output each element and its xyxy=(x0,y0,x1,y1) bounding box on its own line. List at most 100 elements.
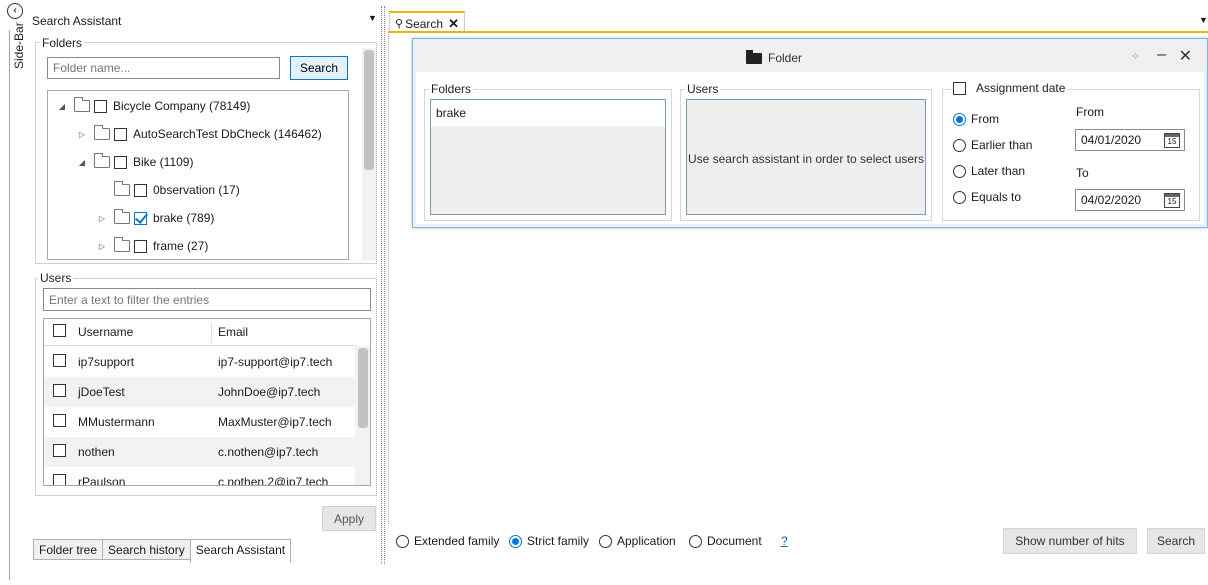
radio-button[interactable] xyxy=(599,534,612,548)
show-number-of-hits-button[interactable]: Show number of hits xyxy=(1003,528,1137,554)
username-cell: MMustermann xyxy=(78,415,155,429)
radio-extended-family[interactable]: Extended family xyxy=(396,534,499,548)
row-checkbox[interactable] xyxy=(53,414,66,427)
tree-item-frame[interactable]: ▷ frame (27) xyxy=(96,235,208,257)
tree-checkbox[interactable] xyxy=(114,155,127,169)
to-date-value: 04/02/2020 xyxy=(1081,193,1142,207)
expander-icon[interactable]: ◢ xyxy=(76,158,88,167)
radio-button[interactable] xyxy=(689,534,702,548)
chevron-down-icon[interactable]: ▼ xyxy=(368,13,378,23)
folder-name-input[interactable] xyxy=(47,57,280,79)
table-row[interactable]: jDoeTest JohnDoe@ip7.tech xyxy=(44,377,356,407)
tree-item-brake[interactable]: ▷ brake (789) xyxy=(96,207,214,229)
radio-button[interactable] xyxy=(396,534,409,548)
tree-item-autosearchtest[interactable]: ▷ AutoSearchTest DbCheck (146462) xyxy=(76,123,322,145)
radio-later-than[interactable]: Later than xyxy=(953,164,1025,178)
select-all-checkbox[interactable] xyxy=(53,324,66,337)
scrollbar-thumb[interactable] xyxy=(364,50,374,170)
folder-icon xyxy=(114,237,130,252)
side-bar-label[interactable]: Side-Bar xyxy=(12,22,26,82)
column-header-email[interactable]: Email xyxy=(216,325,356,339)
panel-splitter[interactable] xyxy=(381,6,385,564)
column-header-username[interactable]: Username xyxy=(76,325,216,339)
help-link[interactable]: ? xyxy=(781,534,788,548)
tab-search-assistant[interactable]: Search Assistant xyxy=(189,539,292,563)
card-title: Folder xyxy=(746,49,803,65)
radio-application[interactable]: Application xyxy=(599,534,676,548)
calendar-icon[interactable]: 15 xyxy=(1164,193,1180,208)
assignment-date-group: Assignment date From Earlier than Later … xyxy=(942,81,1200,221)
radio-button-selected[interactable] xyxy=(953,112,966,126)
card-title-text: Folder xyxy=(768,51,803,65)
assistant-title: Search Assistant xyxy=(32,14,122,28)
tree-checkbox-checked[interactable] xyxy=(134,211,147,225)
users-filter-input[interactable] xyxy=(43,288,371,311)
close-icon[interactable]: ✕ xyxy=(448,16,459,32)
tree-checkbox[interactable] xyxy=(134,239,147,253)
tab-folder-tree[interactable]: Folder tree xyxy=(33,539,104,560)
folder-search-button[interactable]: Search xyxy=(290,56,348,80)
tree-checkbox[interactable] xyxy=(134,183,147,197)
from-date-input[interactable]: 04/01/2020 15 xyxy=(1075,129,1185,151)
table-row[interactable]: rPaulson c.nothen.2@ip7.tech xyxy=(44,467,356,485)
expander-icon[interactable]: ▷ xyxy=(76,130,88,139)
from-date-value: 04/01/2020 xyxy=(1081,133,1142,147)
minimize-icon[interactable]: – xyxy=(1157,46,1166,64)
tab-search[interactable]: ⚲ Search ✕ xyxy=(389,11,465,31)
expander-icon[interactable]: ◢ xyxy=(56,102,68,111)
table-row[interactable]: ip7support ip7-support@ip7.tech xyxy=(44,347,356,377)
assignment-date-checkbox[interactable] xyxy=(953,81,966,95)
radio-document[interactable]: Document xyxy=(689,534,762,548)
radio-strict-family[interactable]: Strict family xyxy=(509,534,589,548)
tab-strip-border xyxy=(388,31,1208,33)
column-separator[interactable] xyxy=(211,322,212,343)
users-hint: Use search assistant in order to select … xyxy=(687,152,925,166)
tree-checkbox[interactable] xyxy=(114,127,127,141)
scrollbar-thumb[interactable] xyxy=(358,348,368,428)
radio-equals-to[interactable]: Equals to xyxy=(953,190,1021,204)
tree-item-bike[interactable]: ◢ Bike (1109) xyxy=(76,151,193,173)
list-item[interactable]: brake xyxy=(431,100,665,126)
chevron-left-icon[interactable]: ‹ xyxy=(7,3,23,19)
table-row[interactable]: nothen c.nothen@ip7.tech xyxy=(44,437,356,467)
expander-icon[interactable]: ▷ xyxy=(96,214,108,223)
calendar-icon[interactable]: 15 xyxy=(1164,133,1180,148)
row-checkbox[interactable] xyxy=(53,354,66,367)
expander-icon[interactable]: ▷ xyxy=(96,242,108,251)
selected-folders-list[interactable]: brake xyxy=(430,99,666,215)
folder-icon xyxy=(114,209,130,224)
users-scrollbar[interactable] xyxy=(355,346,370,485)
radio-button-selected[interactable] xyxy=(509,534,522,548)
row-checkbox[interactable] xyxy=(53,444,66,457)
radio-earlier-than[interactable]: Earlier than xyxy=(953,138,1032,152)
table-row[interactable]: MMustermann MaxMuster@ip7.tech xyxy=(44,407,356,437)
radio-button[interactable] xyxy=(953,138,966,152)
row-checkbox[interactable] xyxy=(53,474,66,485)
tree-checkbox[interactable] xyxy=(94,99,107,113)
email-cell: JohnDoe@ip7.tech xyxy=(218,385,321,399)
pin-icon[interactable]: ✧ xyxy=(1131,50,1140,63)
chevron-down-icon[interactable]: ▼ xyxy=(1199,15,1208,25)
folder-tree[interactable]: ◢ Bicycle Company (78149) ▷ AutoSearchTe… xyxy=(47,90,349,260)
close-icon[interactable]: ✕ xyxy=(1179,46,1192,66)
apply-button[interactable]: Apply xyxy=(322,506,376,531)
search-options-bar: Extended family Strict family Applicatio… xyxy=(388,528,1208,558)
radio-button[interactable] xyxy=(953,164,966,178)
selected-users-list[interactable]: Use search assistant in order to select … xyxy=(686,99,926,215)
assignment-date-title[interactable]: Assignment date xyxy=(951,81,1068,95)
folders-group-title: Folders xyxy=(40,36,85,50)
tree-item-label: 0bservation (17) xyxy=(153,183,240,197)
tab-search-label: Search xyxy=(405,16,444,31)
to-date-input[interactable]: 04/02/2020 15 xyxy=(1075,189,1185,211)
row-checkbox[interactable] xyxy=(53,384,66,397)
folder-icon xyxy=(94,153,110,168)
search-icon: ⚲ xyxy=(395,18,404,30)
assignment-date-label: Assignment date xyxy=(976,81,1066,95)
tab-search-history[interactable]: Search history xyxy=(102,539,191,560)
radio-from[interactable]: From xyxy=(953,112,999,126)
tree-item-observation[interactable]: 0bservation (17) xyxy=(96,179,240,201)
radio-button[interactable] xyxy=(953,190,966,204)
search-button[interactable]: Search xyxy=(1147,528,1205,554)
tree-item-bicycle-company[interactable]: ◢ Bicycle Company (78149) xyxy=(56,95,250,117)
folders-scrollbar[interactable] xyxy=(362,48,376,260)
